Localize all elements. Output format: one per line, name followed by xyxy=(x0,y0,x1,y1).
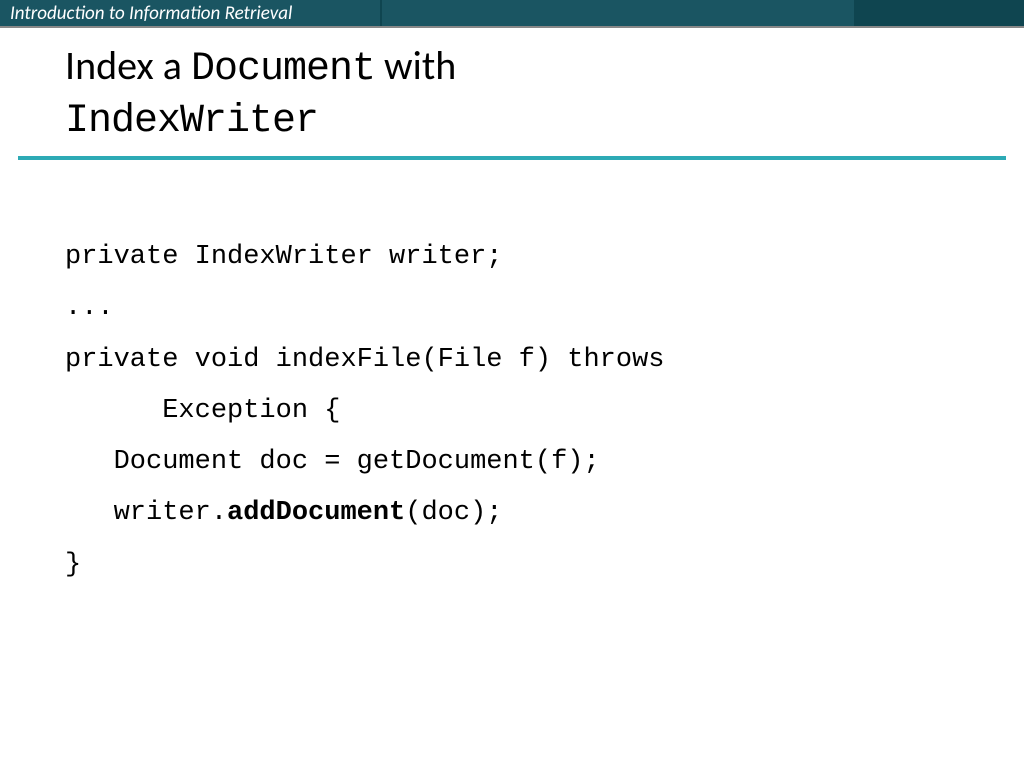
title-part2: with xyxy=(375,41,456,90)
header-bar: Introduction to Information Retrieval xyxy=(0,0,1024,28)
title-part1: Index a xyxy=(65,41,191,90)
code-line-6-bold: addDocument xyxy=(227,498,405,528)
course-title: Introduction to Information Retrieval xyxy=(10,2,292,25)
slide-title: Index a Document with IndexWriter xyxy=(0,28,1024,156)
title-mono2: IndexWriter xyxy=(65,99,318,144)
code-line-6-prefix: writer. xyxy=(65,498,227,528)
code-line-2: ... xyxy=(65,293,114,323)
code-line-1: private IndexWriter writer; xyxy=(65,242,502,272)
code-line-7: } xyxy=(65,550,81,580)
code-line-6-suffix: (doc); xyxy=(405,498,502,528)
header-separator xyxy=(380,0,382,26)
code-line-5: Document doc = getDocument(f); xyxy=(65,447,600,477)
title-mono1: Document xyxy=(191,47,375,92)
code-line-4: Exception { xyxy=(65,396,340,426)
code-block: private IndexWriter writer; ... private … xyxy=(0,160,1024,591)
code-line-3: private void indexFile(File f) throws xyxy=(65,345,665,375)
